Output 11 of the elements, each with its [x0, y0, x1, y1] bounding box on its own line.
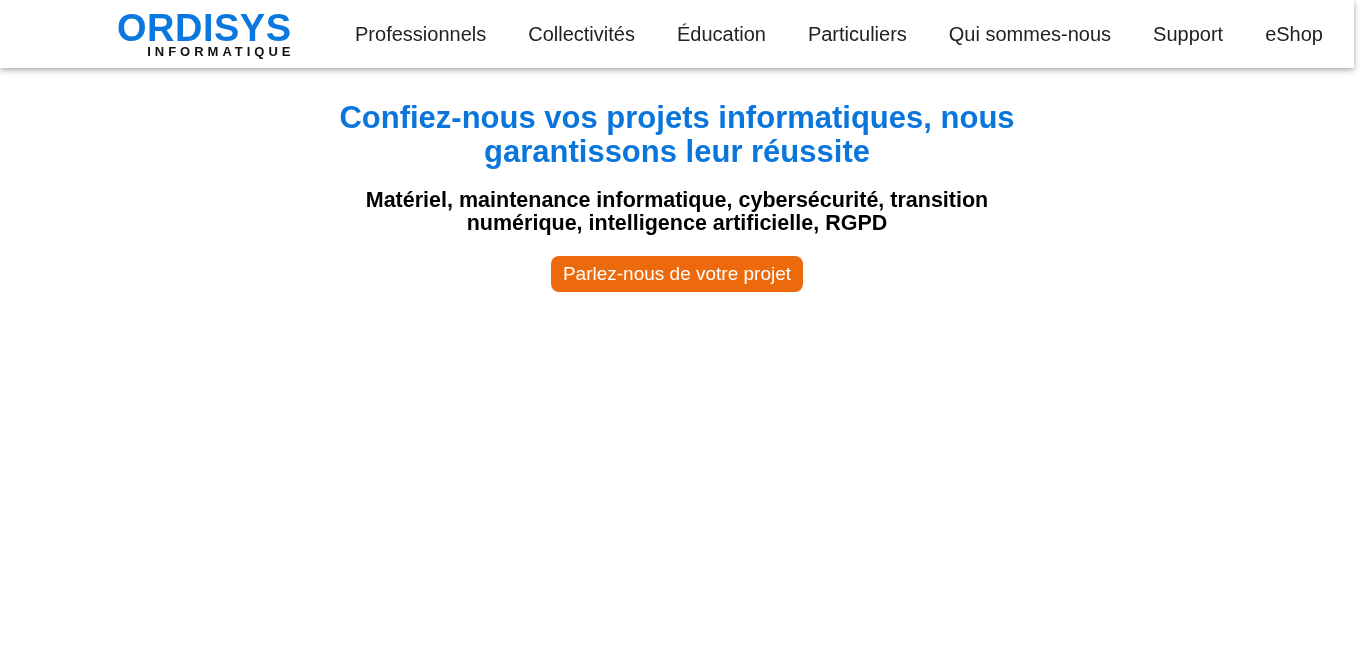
- nav-link[interactable]: eShop: [1265, 22, 1323, 46]
- nav-link[interactable]: Collectivités: [528, 22, 635, 46]
- nav-link[interactable]: Particuliers: [807, 22, 907, 46]
- nav-link[interactable]: Qui sommes-nous: [948, 22, 1112, 46]
- nav-link[interactable]: Éducation: [676, 22, 766, 46]
- logo-wordmark[interactable]: ORDISYS: [117, 11, 292, 44]
- logo-tagline[interactable]: INFORMATIQUE: [147, 44, 295, 59]
- hero-heading: Confiez-nous vos projets informatiques, nous garantissons leur réussite: [338, 101, 1016, 169]
- nav-link[interactable]: Professionnels: [355, 22, 487, 46]
- hero-subtitle: Matériel, maintenance informatique, cybersécurité, transition numérique, intelligence artificielle, RGPD: [364, 189, 990, 235]
- nav-link[interactable]: Support: [1153, 22, 1224, 46]
